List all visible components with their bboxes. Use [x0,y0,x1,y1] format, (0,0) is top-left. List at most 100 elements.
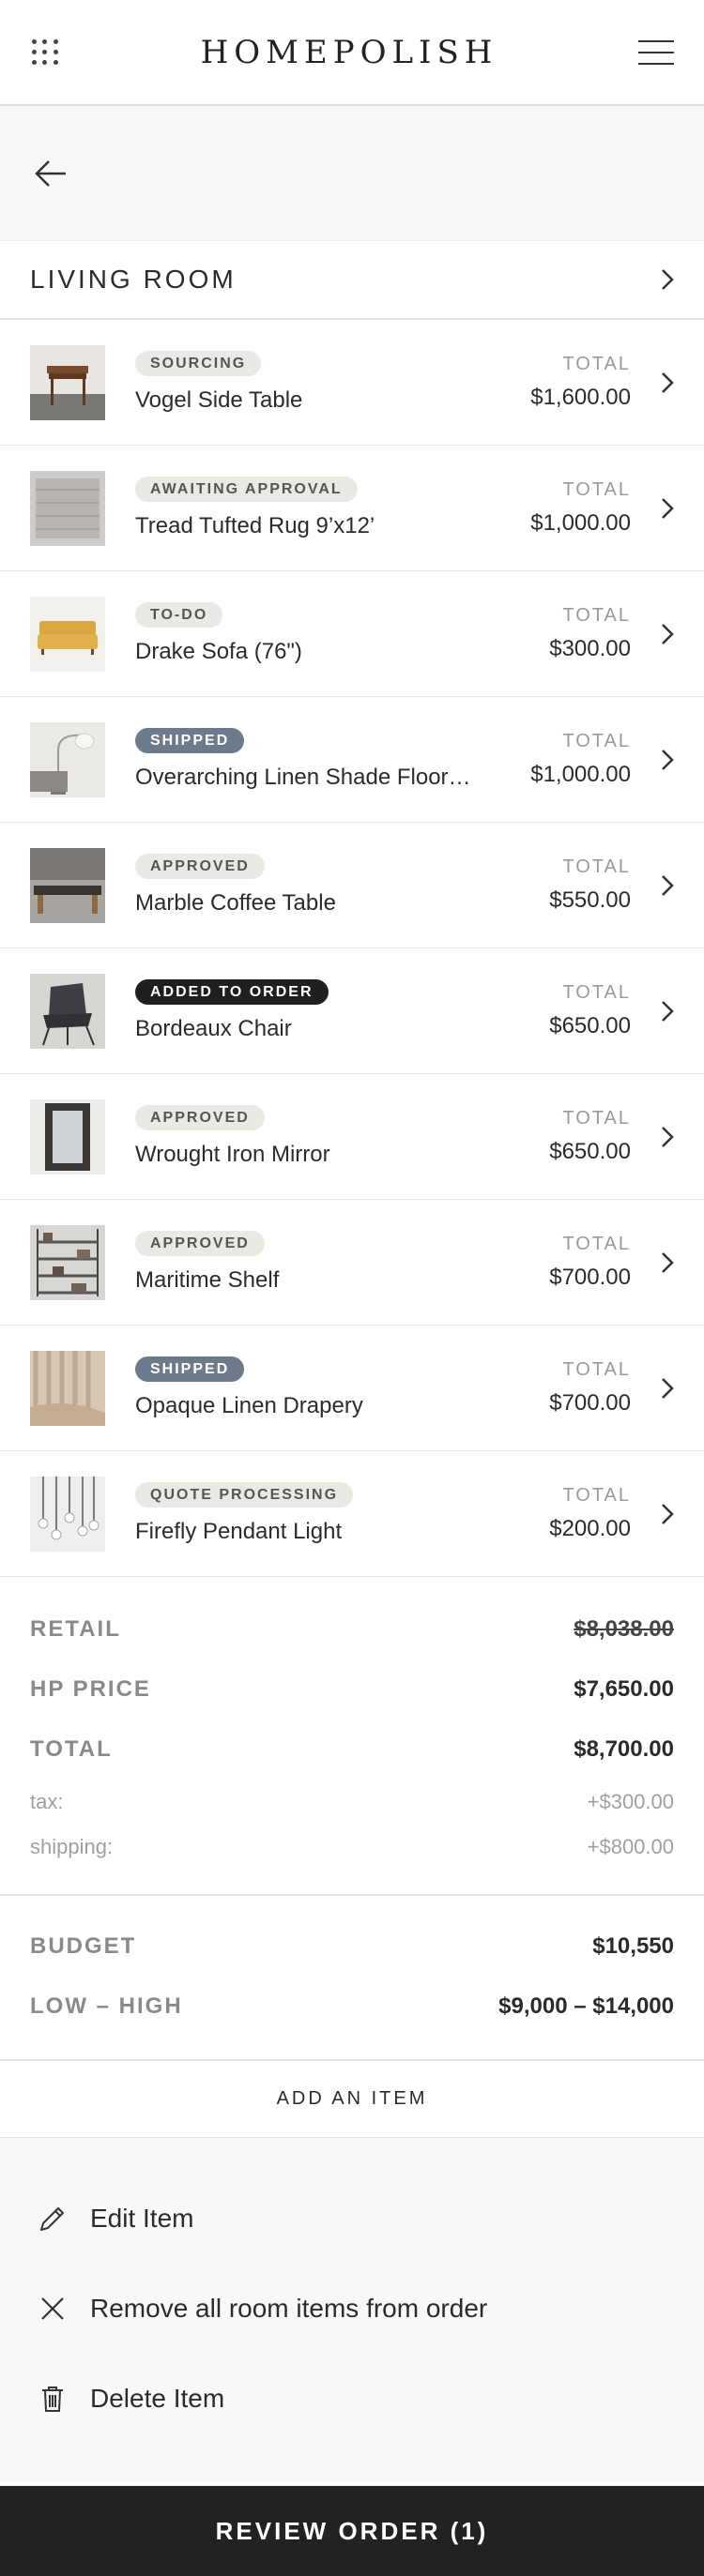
total-label: TOTAL [562,479,631,500]
item-name: Firefly Pendant Light [135,1519,343,1544]
mirror-image [30,1099,105,1174]
item-name: Wrought Iron Mirror [135,1142,330,1167]
item-name: Opaque Linen Drapery [135,1393,363,1418]
chevron-right-icon [662,371,674,393]
chair-image [30,973,105,1049]
item-price: $550.00 [549,887,631,913]
total-label: TOTAL [562,1485,631,1506]
budget-summary: BUDGET $10,550 LOW – HIGH $9,000 – $14,000 [0,1896,704,2061]
total-label: TOTAL [562,605,631,626]
list-item[interactable]: APPROVED Wrought Iron Mirror TOTAL $650.00 [0,1074,704,1200]
status-badge: AWAITING APPROVAL [135,477,358,502]
list-item[interactable]: ADDED TO ORDER Bordeaux Chair TOTAL $650.0… [0,948,704,1074]
list-item[interactable]: SOURCING Vogel Side Table TOTAL $1,600.00 [0,320,704,446]
item-name: Overarching Linen Shade Floor… [135,765,471,790]
chevron-right-icon [662,1377,674,1399]
item-price: $1,600.00 [530,385,631,410]
back-bar [0,106,704,241]
delete-item-button[interactable]: Delete Item [36,2354,666,2444]
range-label: LOW – HIGH [30,1993,183,2019]
brand-logo[interactable]: HOMEPOLISH [201,34,498,71]
shipping-label: shipping: [30,1835,114,1858]
review-order-label: REVIEW ORDER (1) [215,2516,489,2545]
room-header[interactable]: LIVING ROOM [0,241,704,320]
tax-label: tax: [30,1790,64,1813]
item-price: $200.00 [549,1516,631,1541]
status-badge: QUOTE PROCESSING [135,1482,354,1508]
trash-icon [42,2387,63,2412]
status-badge: ADDED TO ORDER [135,979,329,1005]
status-badge: SOURCING [135,351,262,376]
item-price: $650.00 [549,1013,631,1038]
chevron-right-icon [662,269,674,290]
apps-grid-icon[interactable] [30,38,60,68]
top-header: HOMEPOLISH [0,0,704,106]
hamburger-menu-icon[interactable] [637,39,674,65]
back-arrow-icon[interactable] [32,155,69,192]
item-actions: Edit Item Remove all room items from ord… [0,2138,704,2481]
item-price: $300.00 [549,636,631,661]
total-label: TOTAL [562,354,631,374]
close-icon [41,2297,64,2320]
add-item-button[interactable]: ADD AN ITEM [0,2061,704,2138]
status-badge: APPROVED [135,854,265,879]
pencil-icon [40,2207,64,2231]
side-table-image [30,344,105,420]
item-price: $700.00 [549,1390,631,1416]
chevron-right-icon [662,1251,674,1273]
rug-image [30,470,105,546]
status-badge: APPROVED [135,1105,265,1130]
total-label: TOTAL [30,1736,113,1762]
add-item-label: ADD AN ITEM [276,2088,428,2109]
list-item[interactable]: AWAITING APPROVAL Tread Tufted Rug 9’x12’… [0,446,704,571]
chevron-right-icon [662,749,674,770]
list-item[interactable]: TO-DO Drake Sofa (76") TOTAL $300.00 [0,571,704,697]
item-name: Tread Tufted Rug 9’x12’ [135,513,375,538]
pendant-light-image [30,1476,105,1552]
status-badge: TO-DO [135,602,223,628]
status-badge: SHIPPED [135,1356,245,1382]
budget-value: $10,550 [592,1933,674,1959]
total-label: TOTAL [562,1234,631,1254]
status-badge: APPROVED [135,1231,265,1256]
item-price: $1,000.00 [530,762,631,787]
tax-value: +$300.00 [587,1790,674,1813]
list-item[interactable]: APPROVED Maritime Shelf TOTAL $700.00 [0,1200,704,1326]
total-label: TOTAL [562,1108,631,1129]
shipping-value: +$800.00 [587,1835,674,1858]
hp-price-label: HP PRICE [30,1676,151,1702]
delete-item-label: Delete Item [90,2384,225,2413]
list-item[interactable]: QUOTE PROCESSING Firefly Pendant Light TO… [0,1451,704,1577]
chevron-right-icon [662,623,674,644]
edit-item-label: Edit Item [90,2204,194,2233]
coffee-table-image [30,847,105,923]
budget-label: BUDGET [30,1933,137,1959]
list-item[interactable]: SHIPPED Overarching Linen Shade Floor… TO… [0,697,704,823]
list-item[interactable]: APPROVED Marble Coffee Table TOTAL $550.00 [0,823,704,948]
chevron-right-icon [662,1503,674,1524]
list-item[interactable]: SHIPPED Opaque Linen Drapery TOTAL $700.00 [0,1326,704,1451]
drapery-image [30,1350,105,1426]
total-label: TOTAL [562,1359,631,1380]
edit-item-button[interactable]: Edit Item [36,2174,666,2264]
retail-value: $8,038.00 [574,1616,674,1642]
item-price: $700.00 [549,1265,631,1290]
floor-lamp-image [30,721,105,797]
item-name: Drake Sofa (76") [135,639,302,664]
shelf-image [30,1224,105,1300]
item-name: Marble Coffee Table [135,890,336,916]
price-summary: RETAIL $8,038.00 HP PRICE $7,650.00 TOTAL $… [0,1577,704,1896]
item-name: Vogel Side Table [135,387,303,413]
remove-all-label: Remove all room items from order [90,2294,488,2323]
sofa-image [30,596,105,672]
status-badge: SHIPPED [135,728,245,753]
review-order-button[interactable]: REVIEW ORDER (1) [0,2486,704,2576]
total-label: TOTAL [562,982,631,1003]
chevron-right-icon [662,497,674,519]
item-price: $1,000.00 [530,510,631,536]
item-name: Maritime Shelf [135,1267,280,1293]
item-price: $650.00 [549,1139,631,1164]
remove-all-items-button[interactable]: Remove all room items from order [36,2264,666,2354]
total-label: TOTAL [562,731,631,751]
chevron-right-icon [662,874,674,896]
